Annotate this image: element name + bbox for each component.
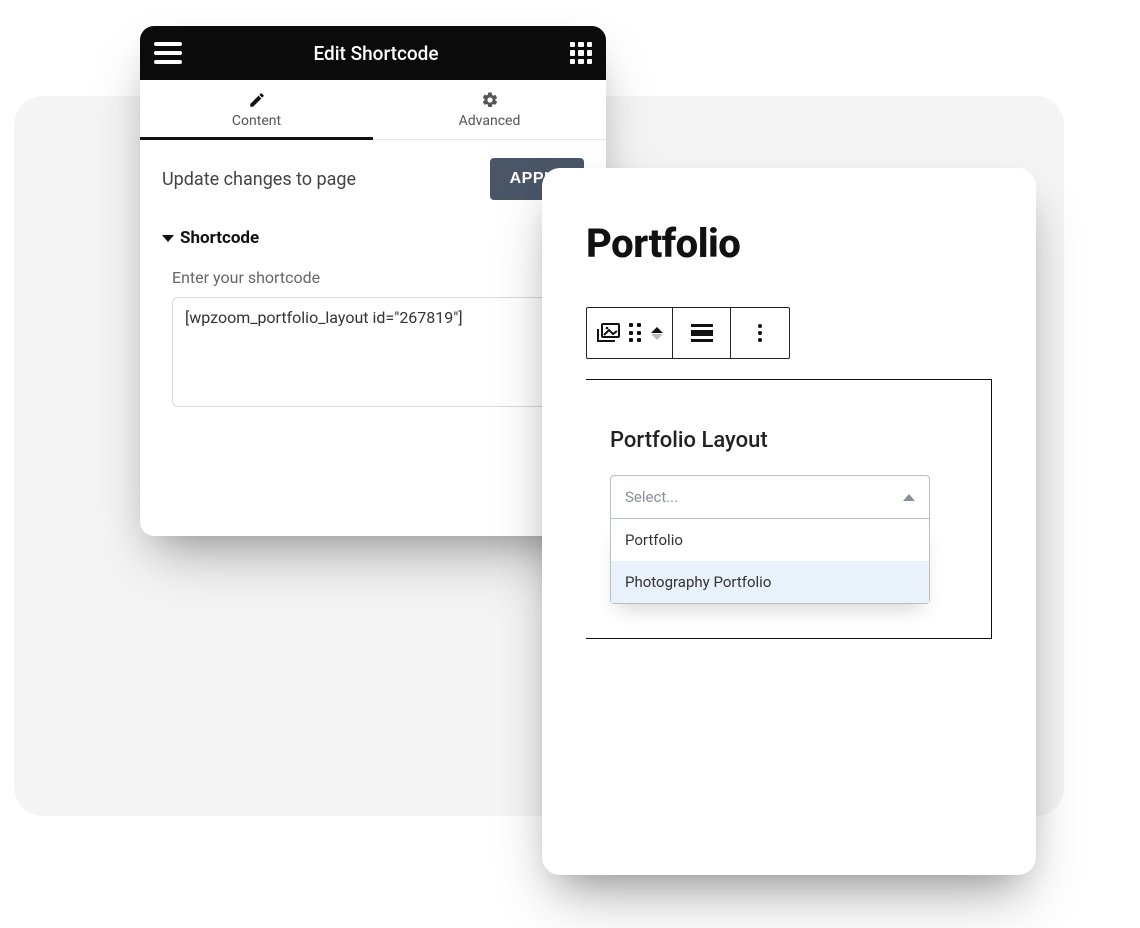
- move-arrows: [651, 327, 663, 340]
- section-shortcode-header[interactable]: Shortcode: [140, 218, 606, 254]
- layout-field-label: Portfolio Layout: [606, 428, 967, 453]
- tab-advanced-label: Advanced: [459, 113, 521, 129]
- layout-select[interactable]: Select... Portfolio Photography Portfoli…: [610, 475, 930, 519]
- drag-handle-icon[interactable]: [629, 323, 643, 343]
- panel-title: Edit Shortcode: [313, 42, 438, 65]
- panel-tabs: Content Advanced: [140, 80, 606, 140]
- layout-select-box[interactable]: Select...: [610, 475, 930, 519]
- block-toolbar: [586, 307, 790, 359]
- caret-up-icon: [903, 494, 915, 501]
- block-selected-area: Portfolio Layout Select... Portfolio Pho…: [586, 379, 992, 639]
- elementor-header: Edit Shortcode: [140, 26, 606, 80]
- layout-option[interactable]: Photography Portfolio: [611, 561, 929, 603]
- more-vertical-icon: [757, 323, 763, 343]
- pencil-icon: [248, 91, 266, 109]
- layout-select-placeholder: Select...: [625, 488, 678, 506]
- panel-body: Update changes to page APPLY Shortcode E…: [140, 140, 606, 411]
- tab-advanced[interactable]: Advanced: [373, 80, 606, 139]
- layout-option[interactable]: Portfolio: [611, 519, 929, 561]
- apps-grid-icon[interactable]: [570, 42, 592, 64]
- layout-select-menu: Portfolio Photography Portfolio: [610, 519, 930, 604]
- tab-content[interactable]: Content: [140, 80, 373, 139]
- block-type-icon[interactable]: [597, 323, 621, 343]
- move-up-icon[interactable]: [651, 327, 663, 333]
- toolbar-block-mover: [587, 308, 673, 358]
- move-down-icon[interactable]: [651, 334, 663, 340]
- toolbar-align-button[interactable]: [673, 308, 731, 358]
- gutenberg-panel: Portfolio: [542, 168, 1036, 875]
- update-label: Update changes to page: [162, 169, 356, 190]
- elementor-panel: Edit Shortcode Content Advanced Update: [140, 26, 606, 536]
- shortcode-input[interactable]: [172, 297, 572, 407]
- gear-icon: [481, 91, 499, 109]
- shortcode-field-label: Enter your shortcode: [140, 254, 606, 297]
- align-icon: [691, 324, 713, 342]
- hamburger-icon[interactable]: [154, 42, 182, 64]
- page-title: Portfolio: [586, 220, 992, 267]
- section-shortcode-title: Shortcode: [180, 228, 259, 248]
- toolbar-more-button[interactable]: [731, 308, 789, 358]
- update-row: Update changes to page APPLY: [140, 140, 606, 218]
- tab-content-label: Content: [232, 113, 281, 129]
- caret-down-icon: [162, 235, 174, 242]
